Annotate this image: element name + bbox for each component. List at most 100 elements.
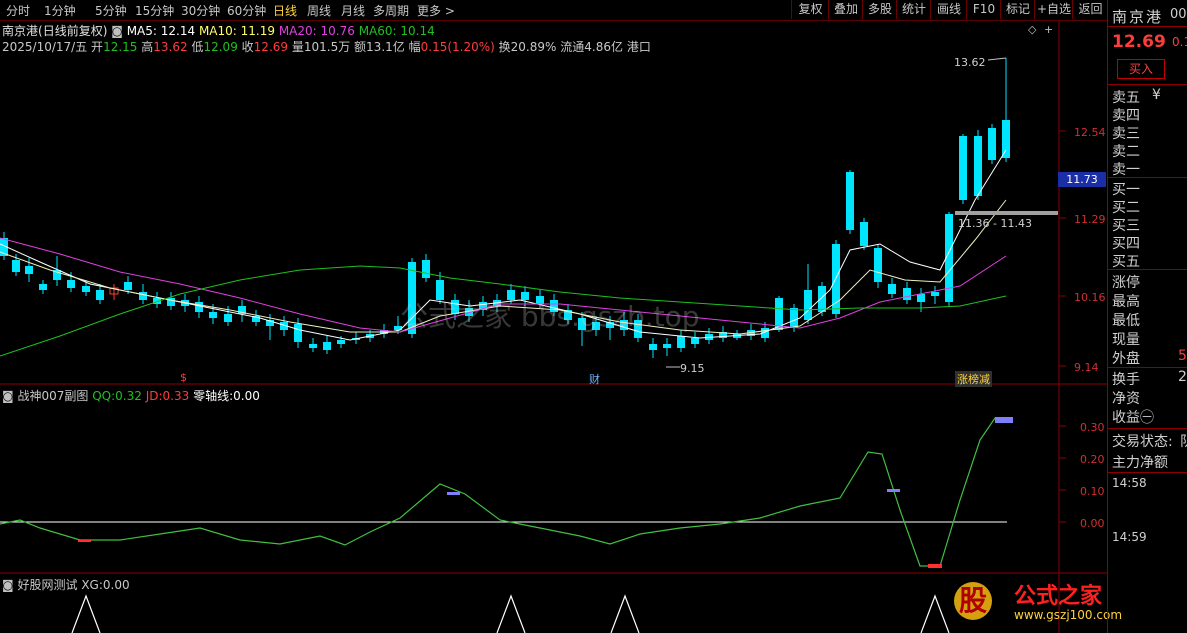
draw-line-button[interactable]: 画线 xyxy=(930,0,967,19)
qq-value: 0.32 xyxy=(115,389,142,403)
candle-body xyxy=(25,266,33,274)
period-toolbar: 分时 1分钟 5分钟 15分钟 30分钟 60分钟 日线 周线 月线 多周期 更… xyxy=(0,0,1107,21)
price-tick: 10.16 xyxy=(1074,291,1106,304)
change-value: 0.15(1.20%) xyxy=(420,40,495,54)
multi-stock-button[interactable]: 多股 xyxy=(862,0,897,19)
sell5-label: 卖五 xyxy=(1112,90,1140,106)
limit-up-label: 涨停 xyxy=(1112,275,1140,291)
qq-line xyxy=(0,417,1008,567)
side-stock-code: 00 xyxy=(1170,7,1187,22)
ma10-value: MA10: 11.19 xyxy=(198,24,275,38)
candle-body xyxy=(294,324,302,342)
buy1-label: 买一 xyxy=(1112,182,1140,198)
f10-button[interactable]: F10 xyxy=(966,0,1001,19)
mark-button[interactable]: 标记 xyxy=(1000,0,1035,19)
candle-body xyxy=(959,136,967,200)
xg-signal xyxy=(71,594,101,633)
sub1-tick: 0.00 xyxy=(1080,517,1105,530)
trade-status-value: 队 xyxy=(1180,431,1187,451)
sub2-toggle-icon[interactable]: ◙ xyxy=(2,578,14,592)
side-stock-name: 南京港 xyxy=(1112,8,1164,26)
candle-body xyxy=(1002,120,1010,158)
candle-body xyxy=(82,286,90,292)
period-15min[interactable]: 15分钟 xyxy=(135,2,174,19)
ma-legend: 南京港(日线前复权) ◙ MA5: 12.14 MA10: 11.19 MA20… xyxy=(2,22,435,39)
quote-sidebar: 南京港 00 12.69 0.1 买入 卖五 ¥ 卖四 卖三 卖二 卖一 买一 … xyxy=(1107,0,1187,633)
period-30min[interactable]: 30分钟 xyxy=(181,2,220,19)
period-day[interactable]: 日线 xyxy=(273,2,297,19)
candle-body xyxy=(860,222,868,246)
candle-body xyxy=(663,344,671,348)
tick-time-2: 14:59 xyxy=(1112,530,1147,544)
period-5min[interactable]: 5分钟 xyxy=(95,2,127,19)
lowest-label: 最低 xyxy=(1112,313,1140,329)
low-label: 低 xyxy=(191,40,204,54)
side-price: 12.69 xyxy=(1112,32,1166,52)
buy4-label: 买四 xyxy=(1112,236,1140,252)
zero-label: 零轴线: xyxy=(193,389,234,403)
ma20-value: MA20: 10.76 xyxy=(278,24,355,38)
main-net-label: 主力净额 xyxy=(1112,455,1168,471)
buy5-label: 买五 xyxy=(1112,254,1140,270)
candle-body xyxy=(422,260,430,278)
candle-body xyxy=(139,292,147,300)
settings-icon[interactable]: ◙ xyxy=(111,24,123,38)
candle-body xyxy=(337,340,345,344)
buy-button[interactable]: 买入 xyxy=(1117,59,1165,79)
finance-marker[interactable]: 财 xyxy=(589,371,600,387)
range-annotation: 11.36 - 11.43 xyxy=(958,217,1032,230)
range-bar xyxy=(955,211,1058,215)
current-price-tag: 11.73 xyxy=(1058,172,1106,187)
high-pointer xyxy=(987,57,1007,61)
price-tick: 12.54 xyxy=(1074,126,1106,139)
candle-body xyxy=(649,344,657,350)
candle-body xyxy=(974,136,982,196)
jd-marker xyxy=(887,489,900,492)
candle-body xyxy=(224,314,232,322)
volume-now-label: 现量 xyxy=(1112,332,1140,348)
sell4-label: 卖四 xyxy=(1112,108,1140,124)
candle-body xyxy=(903,288,911,300)
period-more[interactable]: 更多 > xyxy=(417,2,455,19)
overlay-button[interactable]: 叠加 xyxy=(828,0,863,19)
back-button[interactable]: 返回 xyxy=(1072,0,1108,19)
jd-label: JD: xyxy=(145,389,163,403)
close-value: 12.69 xyxy=(253,40,289,54)
sub1-tick: 0.30 xyxy=(1080,421,1105,434)
period-1min[interactable]: 1分钟 xyxy=(44,2,76,19)
sub2-legend: ◙ 好股网测试 XG:0.00 xyxy=(2,576,130,593)
zb-marker[interactable]: 涨榜减 xyxy=(955,371,992,387)
candle-body xyxy=(195,302,203,312)
open-value: 12.15 xyxy=(103,40,138,54)
period-multi[interactable]: 多周期 xyxy=(373,2,409,19)
logo-url: www.gszj100.com xyxy=(1014,608,1123,622)
sell5-extra: ¥ xyxy=(1152,87,1161,103)
dividend-marker[interactable]: $ xyxy=(180,371,187,384)
high-annotation: 13.62 xyxy=(954,56,986,69)
turnover-value: 换20.89% xyxy=(498,40,557,54)
float-value: 流通4.86亿 xyxy=(560,40,623,54)
period-60min[interactable]: 60分钟 xyxy=(227,2,266,19)
stats-button[interactable]: 统计 xyxy=(896,0,931,19)
low-value: 12.09 xyxy=(203,40,238,54)
quote-line: 2025/10/17/五 开12.15 高13.62 低12.09 收12.69… xyxy=(2,38,651,55)
low-annotation: 9.15 xyxy=(680,362,705,375)
period-week[interactable]: 周线 xyxy=(307,2,331,19)
sell2-label: 卖二 xyxy=(1112,144,1140,160)
earnings-label: 收益㊀ xyxy=(1112,410,1154,426)
add-watchlist-button[interactable]: +自选 xyxy=(1034,0,1073,19)
period-fenshi[interactable]: 分时 xyxy=(6,2,30,19)
highest-label: 最高 xyxy=(1112,294,1140,310)
sub1-toggle-icon[interactable]: ◙ xyxy=(2,389,14,403)
candle-body xyxy=(888,284,896,294)
sub1-legend: ◙ 战神007副图 QQ:0.32 JD:0.33 零轴线:0.00 xyxy=(2,387,260,404)
outer-label: 外盘 xyxy=(1112,351,1140,367)
candle-body xyxy=(124,282,132,290)
candle-body xyxy=(874,248,882,282)
sell1-label: 卖一 xyxy=(1112,162,1140,178)
fuquan-button[interactable]: 复权 xyxy=(791,0,829,19)
price-tick: 9.14 xyxy=(1074,361,1099,374)
tick-time-1: 14:58 xyxy=(1112,476,1147,490)
ma60-value: MA60: 10.14 xyxy=(358,24,435,38)
period-month[interactable]: 月线 xyxy=(341,2,365,19)
